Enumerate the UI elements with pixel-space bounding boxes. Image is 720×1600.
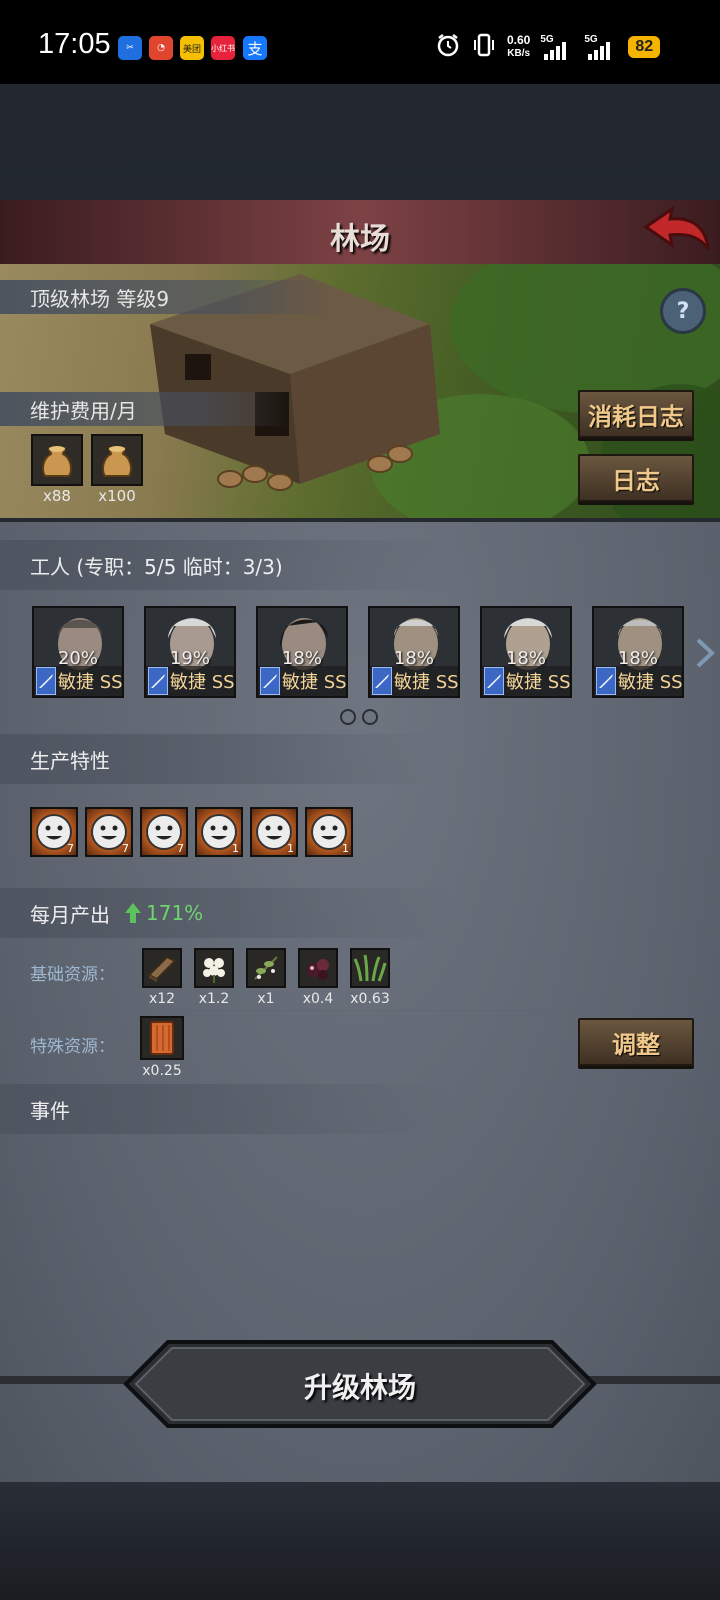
worker-card[interactable]: 18% 敏捷 SS (368, 606, 460, 698)
vibrate-icon (471, 32, 497, 63)
events-heading: 事件 (0, 1084, 450, 1134)
signal-sim2-icon: 5G (584, 34, 618, 60)
app-red-icon: ◔ (149, 36, 173, 60)
workers-next-button[interactable] (694, 636, 716, 670)
resource-qty: x0.63 (350, 991, 390, 1007)
trait-count: 7 (122, 842, 129, 855)
worker-skill: 敏捷 SS (394, 672, 459, 693)
arrow-up-icon (125, 903, 141, 923)
sword-icon (372, 667, 392, 695)
trait-badge[interactable]: 7 (30, 807, 78, 857)
upgrade-button[interactable]: 升级林场 (122, 1338, 598, 1430)
consume-log-button[interactable]: 消耗日志 (578, 390, 694, 438)
log-button[interactable]: 日志 (578, 454, 694, 502)
page-dot-1[interactable] (340, 709, 356, 725)
sword-icon (36, 667, 56, 695)
chevron-right-icon (696, 638, 715, 668)
trait-count: 7 (67, 842, 74, 855)
trait-badge[interactable]: 7 (85, 807, 133, 857)
question-icon: ? (676, 298, 690, 324)
network-speed: 0.60 KB/s (507, 33, 531, 60)
status-right: 0.60 KB/s 5G 5G 82 (435, 30, 661, 64)
trait-badge[interactable]: 1 (250, 807, 298, 857)
worker-skill: 敏捷 SS (58, 672, 123, 693)
worker-card[interactable]: 18% 敏捷 SS (592, 606, 684, 698)
help-button[interactable]: ? (660, 288, 706, 334)
output-heading: 每月产出 171% (0, 888, 450, 938)
output-growth: 171% (146, 901, 204, 925)
alarm-icon (435, 32, 461, 63)
worker-card[interactable]: 19% 敏捷 SS (144, 606, 236, 698)
building-level-label: 顶级林场 等级9 (0, 280, 330, 314)
meituan-icon: 美团 (180, 36, 204, 60)
upkeep-qty: x100 (98, 487, 136, 505)
resource-qty: x0.4 (302, 991, 334, 1007)
building-banner: 顶级林场 等级9 ? 维护费用/月 x88 x100 消耗日志 日志 (0, 264, 720, 522)
sword-icon (596, 667, 616, 695)
trait-count: 1 (232, 842, 239, 855)
grass-icon[interactable] (350, 948, 390, 988)
sword-icon (148, 667, 168, 695)
xiaohongshu-icon: 小红书 (211, 36, 235, 60)
page-title: 林场 (330, 222, 390, 257)
back-arrow-icon (643, 205, 710, 250)
divider (0, 1010, 720, 1011)
worker-skill: 敏捷 SS (506, 672, 571, 693)
upkeep-label: 维护费用/月 (0, 392, 290, 426)
resource-qty: x1.2 (198, 991, 230, 1007)
worker-skill: 敏捷 SS (618, 672, 683, 693)
berries-icon[interactable] (298, 948, 338, 988)
upkeep-qty: x88 (43, 487, 71, 505)
alipay-icon: 支 (243, 36, 267, 60)
workers-heading: 工人 (专职：5/5 临时：3/3) (0, 540, 450, 590)
wood-plank-icon[interactable] (142, 948, 182, 988)
back-button[interactable] (642, 205, 712, 257)
resource-qty: x12 (148, 991, 176, 1007)
sword-icon (260, 667, 280, 695)
resource-qty: x1 (257, 991, 275, 1007)
battery-indicator: 82 (628, 36, 661, 58)
worker-skill: 敏捷 SS (170, 672, 235, 693)
special-resources-label: 特殊资源： (30, 1037, 115, 1057)
bark-icon[interactable] (140, 1016, 184, 1060)
sword-icon (484, 667, 504, 695)
trait-badge[interactable]: 1 (305, 807, 353, 857)
signal-sim1-icon: 5G (540, 34, 574, 60)
grain-sack-icon (91, 434, 143, 486)
trait-badge[interactable]: 7 (140, 807, 188, 857)
herb-sprig-icon[interactable] (246, 948, 286, 988)
trait-badge[interactable]: 1 (195, 807, 243, 857)
output-title: 每月产出 (30, 902, 110, 927)
trait-count: 7 (177, 842, 184, 855)
app-blue-icon: ✂ (118, 36, 142, 60)
worker-skill: 敏捷 SS (282, 672, 347, 693)
grain-sack-icon (31, 434, 83, 486)
resource-qty: x0.25 (142, 1063, 182, 1079)
worker-card[interactable]: 18% 敏捷 SS (480, 606, 572, 698)
white-flower-icon[interactable] (194, 948, 234, 988)
bottom-area (0, 1482, 720, 1600)
adjust-button[interactable]: 调整 (578, 1018, 694, 1066)
upgrade-label: 升级林场 (303, 1371, 416, 1404)
worker-card[interactable]: 18% 敏捷 SS (256, 606, 348, 698)
trait-count: 1 (342, 842, 349, 855)
trait-count: 1 (287, 842, 294, 855)
basic-resources-label: 基础资源： (30, 965, 115, 985)
status-time: 17:05 (38, 28, 111, 60)
page-dot-2[interactable] (362, 709, 378, 725)
traits-heading: 生产特性 (0, 734, 450, 784)
worker-card[interactable]: 20% 敏捷 SS (32, 606, 124, 698)
